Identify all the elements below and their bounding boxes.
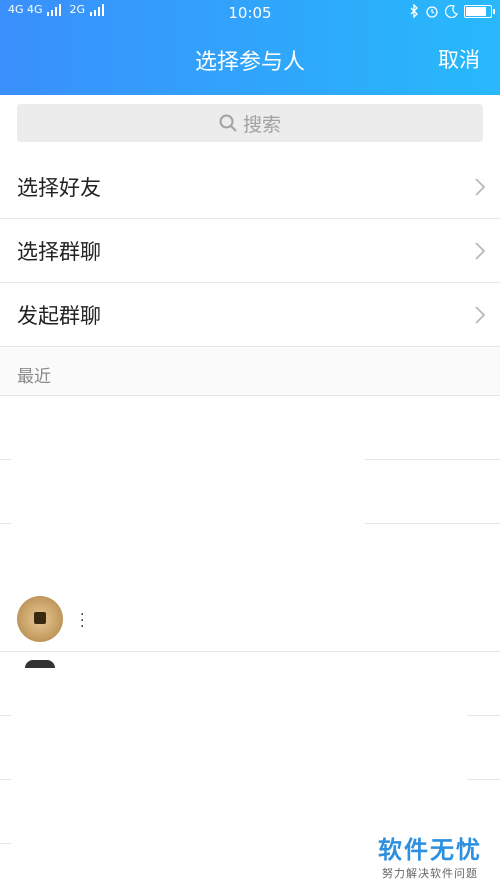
recent-contact-row[interactable]: · · · (0, 588, 500, 652)
watermark-subtitle: 努力解决软件问题 (382, 867, 478, 880)
watermark-title: 软件无忧 (378, 836, 482, 864)
recent-section-header: 最近 (0, 347, 500, 396)
recent-section-label: 最近 (17, 367, 51, 387)
contact-name-dots: · · · (80, 607, 85, 635)
status-bar: 4G 4G 2G 10:05 (0, 0, 500, 28)
menu-item-label: 选择群聊 (17, 239, 101, 264)
search-placeholder: 搜索 (242, 113, 281, 136)
list-divider (365, 523, 500, 524)
moon-icon (445, 4, 458, 18)
chevron-right-icon (475, 305, 486, 324)
bluetooth-icon (410, 4, 418, 18)
list-divider (0, 715, 11, 716)
cancel-button[interactable]: 取消 (438, 44, 480, 74)
search-section: 搜索 (0, 95, 500, 155)
header-bar: 4G 4G 2G 10:05 选择参与人 取消 (0, 0, 500, 95)
menu-item-start-group-chat[interactable]: 发起群聊 (0, 283, 500, 347)
search-input[interactable]: 搜索 (17, 104, 483, 142)
avatar-partial (25, 660, 55, 668)
menu-item-select-group[interactable]: 选择群聊 (0, 219, 500, 283)
list-divider (0, 779, 11, 780)
avatar (17, 596, 63, 642)
search-icon (219, 114, 237, 132)
menu-item-select-friends[interactable]: 选择好友 (0, 155, 500, 219)
battery-icon (464, 4, 495, 18)
list-divider (467, 779, 500, 780)
list-divider (0, 523, 11, 524)
watermark: 软件无忧 努力解决软件问题 (378, 830, 482, 881)
chevron-right-icon (475, 177, 486, 196)
alarm-icon (426, 6, 438, 18)
page-title: 选择参与人 (194, 50, 305, 75)
list-divider (0, 843, 11, 844)
status-icons (409, 4, 495, 18)
list-divider (0, 459, 11, 460)
menu-item-label: 发起群聊 (17, 303, 101, 328)
menu-item-label: 选择好友 (17, 175, 101, 200)
chevron-right-icon (475, 241, 486, 260)
list-divider (467, 715, 500, 716)
list-divider (365, 459, 500, 460)
